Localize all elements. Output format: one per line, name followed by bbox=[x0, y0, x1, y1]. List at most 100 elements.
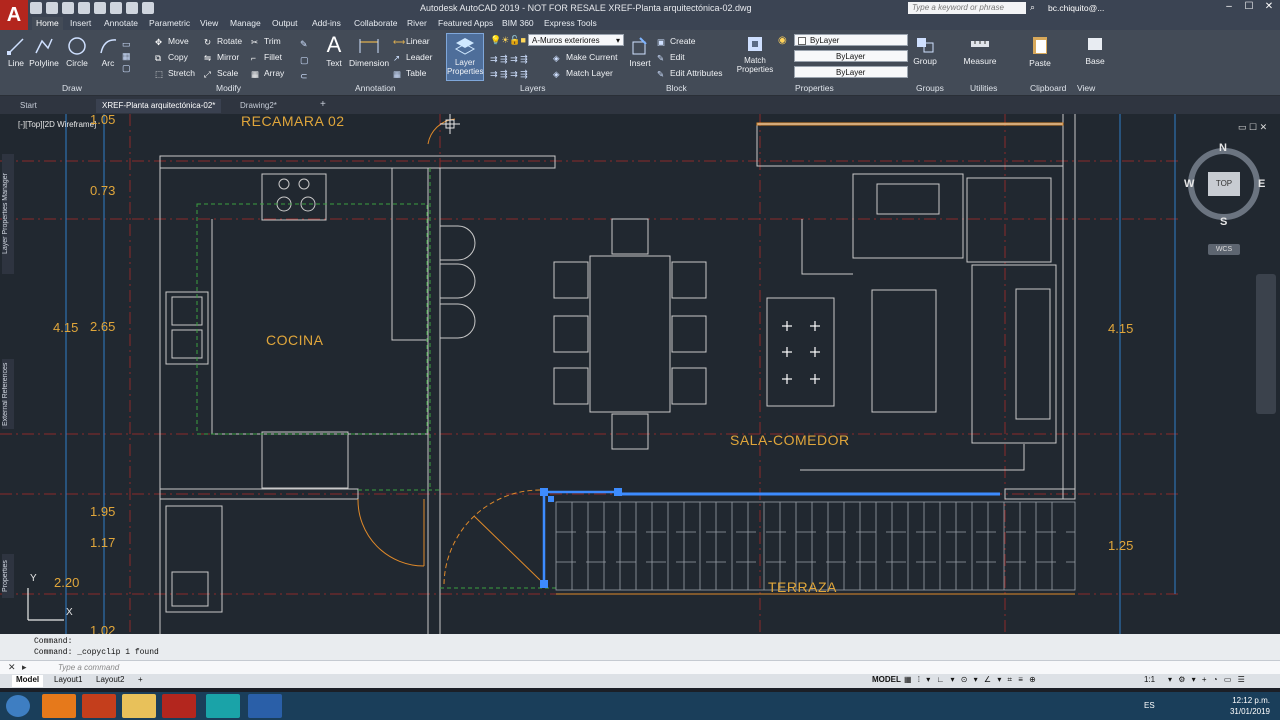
polyline-tool[interactable]: Polyline bbox=[28, 36, 60, 68]
layer-properties-button[interactable]: Layer Properties bbox=[446, 33, 484, 81]
palette-layer-properties[interactable]: Layer Properties Manager bbox=[2, 154, 14, 274]
tab-featured-apps[interactable]: Featured Apps bbox=[434, 17, 497, 30]
stretch-button[interactable]: ⬚ Stretch bbox=[155, 68, 195, 79]
viewport-window-controls[interactable]: ▭ ☐ ✕ bbox=[1238, 122, 1267, 133]
paste-button[interactable]: Paste bbox=[1028, 34, 1052, 68]
tab-collaborate[interactable]: Collaborate bbox=[350, 17, 401, 30]
tab-river[interactable]: River bbox=[403, 17, 431, 30]
command-icon[interactable]: ▸ bbox=[22, 662, 27, 673]
user-account[interactable]: bc.chiquito@... bbox=[1048, 3, 1104, 13]
compass-south[interactable]: S bbox=[1220, 216, 1227, 228]
tab-start[interactable]: Start bbox=[14, 99, 43, 113]
search-icon[interactable]: ⌕ bbox=[1030, 2, 1035, 13]
compass-north[interactable]: N bbox=[1219, 142, 1227, 154]
command-input-row[interactable]: ✕ ▸ Type a command bbox=[0, 660, 1280, 674]
move-button[interactable]: ✥ Move bbox=[155, 36, 189, 47]
tab-output[interactable]: Output bbox=[268, 17, 302, 30]
tab-drawing2[interactable]: Drawing2* bbox=[234, 99, 283, 113]
edit-block-button[interactable]: ✎ Edit bbox=[657, 52, 685, 63]
viewport-controls[interactable]: [-][Top][2D Wireframe] bbox=[18, 120, 96, 129]
tab-model[interactable]: Model bbox=[12, 675, 44, 687]
redo-icon[interactable] bbox=[142, 2, 154, 14]
arc-tool[interactable]: Arc bbox=[96, 36, 120, 68]
array-button[interactable]: ▦ Array bbox=[251, 68, 284, 79]
tab-layout1[interactable]: Layout1 bbox=[54, 675, 82, 687]
linear-button[interactable]: ⟷Linear bbox=[393, 36, 430, 47]
insert-button[interactable]: Insert bbox=[628, 36, 652, 68]
measure-button[interactable]: Measure bbox=[962, 34, 998, 66]
base-button[interactable]: Base bbox=[1082, 34, 1108, 66]
table-button[interactable]: ▦ Table bbox=[393, 68, 426, 79]
create-block-button[interactable]: ▣ Create bbox=[657, 36, 696, 47]
drawing-viewport[interactable]: [-][Top][2D Wireframe] ▭ ☐ ✕ RECAMARA 02… bbox=[0, 114, 1280, 634]
tab-parametric[interactable]: Parametric bbox=[145, 17, 194, 30]
close-icon[interactable]: ✕ bbox=[1260, 1, 1278, 14]
system-clock[interactable]: 12:12 p.m. 31/01/2019 bbox=[1230, 695, 1270, 717]
scale-button[interactable]: ⤢ Scale bbox=[204, 68, 238, 79]
lineweight-dropdown[interactable]: ByLayer bbox=[794, 66, 908, 78]
tab-addins[interactable]: Add-ins bbox=[308, 17, 345, 30]
search-input[interactable]: Type a keyword or phrase bbox=[908, 2, 1026, 14]
leader-button[interactable]: ↗ Leader bbox=[393, 52, 432, 63]
open-icon[interactable] bbox=[46, 2, 58, 14]
layer-tools-icons[interactable]: ⇉ ⇶ ⇉ ⇶ ⇉ ⇶ ⇉ ⇶ bbox=[490, 52, 528, 82]
model-space-button[interactable]: MODEL bbox=[872, 675, 901, 687]
color-wheel-icon[interactable]: ◉ bbox=[778, 35, 787, 46]
powerpoint-icon[interactable] bbox=[82, 694, 116, 718]
palette-properties[interactable]: Properties bbox=[2, 554, 14, 598]
tab-manage[interactable]: Manage bbox=[226, 17, 265, 30]
save-as-icon[interactable] bbox=[78, 2, 90, 14]
language-indicator[interactable]: ES bbox=[1144, 701, 1155, 710]
draw-extra-icons[interactable]: ▭ ▦ ▢ bbox=[122, 38, 140, 76]
circle-tool[interactable]: Circle bbox=[63, 36, 91, 68]
tab-view[interactable]: View bbox=[196, 17, 222, 30]
color-dropdown[interactable]: ByLayer bbox=[794, 34, 908, 46]
floor-plan-drawing[interactable] bbox=[0, 114, 1280, 634]
plot-icon[interactable] bbox=[110, 2, 122, 14]
copy-button[interactable]: ⧉ Copy bbox=[155, 52, 188, 63]
tab-insert[interactable]: Insert bbox=[66, 17, 95, 30]
layer-dropdown[interactable]: A-Muros exteriores ▾ bbox=[528, 34, 624, 46]
firefox-icon[interactable] bbox=[42, 694, 76, 718]
tab-xref-planta[interactable]: XREF-Planta arquitectónica-02* bbox=[96, 99, 222, 113]
group-button[interactable]: Group bbox=[912, 34, 938, 66]
app-logo[interactable]: A bbox=[0, 0, 28, 30]
mirror-button[interactable]: ⇋ Mirror bbox=[204, 52, 239, 63]
wcs-menu[interactable]: WCS bbox=[1208, 244, 1240, 255]
command-input[interactable]: Type a command bbox=[58, 663, 119, 672]
navigation-bar[interactable] bbox=[1256, 274, 1276, 414]
match-properties-button[interactable]: Match Properties bbox=[736, 34, 774, 74]
viewcube-top-face[interactable]: TOP bbox=[1208, 172, 1240, 196]
compass-west[interactable]: W bbox=[1184, 178, 1194, 190]
tab-home[interactable]: Home bbox=[32, 17, 63, 30]
tab-annotate[interactable]: Annotate bbox=[100, 17, 142, 30]
tab-express-tools[interactable]: Express Tools bbox=[540, 17, 601, 30]
fillet-button[interactable]: ⌐ Fillet bbox=[251, 52, 282, 63]
annotation-scale[interactable]: 1:1 bbox=[1144, 675, 1155, 687]
rotate-button[interactable]: ↻ Rotate bbox=[204, 36, 242, 47]
make-current-button[interactable]: ◈ Make Current bbox=[553, 52, 618, 63]
layer-state-icons[interactable]: 💡☀🔓■ bbox=[490, 35, 526, 46]
match-layer-button[interactable]: ◈ Match Layer bbox=[553, 68, 613, 79]
tab-layout2[interactable]: Layout2 bbox=[96, 675, 124, 687]
minimize-icon[interactable]: – bbox=[1220, 1, 1238, 14]
tab-bim360[interactable]: BIM 360 bbox=[498, 17, 538, 30]
share-icon[interactable] bbox=[94, 2, 106, 14]
wrench-icon[interactable]: ✕ bbox=[8, 662, 16, 673]
autocad-taskbar-icon[interactable] bbox=[162, 694, 196, 718]
new-tab-icon[interactable]: + bbox=[320, 99, 326, 110]
add-layout-icon[interactable]: + bbox=[138, 675, 143, 687]
palette-external-references[interactable]: External References bbox=[2, 359, 14, 429]
undo-icon[interactable] bbox=[126, 2, 138, 14]
maximize-icon[interactable]: ☐ bbox=[1240, 1, 1258, 14]
modify-extra-icons[interactable]: ✎ ▢ ⊂ bbox=[300, 36, 309, 84]
start-button-icon[interactable] bbox=[6, 695, 30, 717]
linetype-dropdown[interactable]: ByLayer bbox=[794, 50, 908, 62]
text-tool[interactable]: A Text bbox=[323, 34, 345, 69]
file-explorer-icon[interactable] bbox=[122, 694, 156, 718]
3dsmax-icon[interactable] bbox=[206, 694, 240, 718]
app-icon[interactable] bbox=[248, 694, 282, 718]
trim-button[interactable]: ✂ Trim bbox=[251, 36, 281, 47]
drafting-toggles[interactable]: ▦ ⁞ ▾ ∟ ▾ ⊙ ▾ ∠ ▾ ⌗ ≡ ⊕ bbox=[904, 675, 1038, 687]
new-icon[interactable] bbox=[30, 2, 42, 14]
